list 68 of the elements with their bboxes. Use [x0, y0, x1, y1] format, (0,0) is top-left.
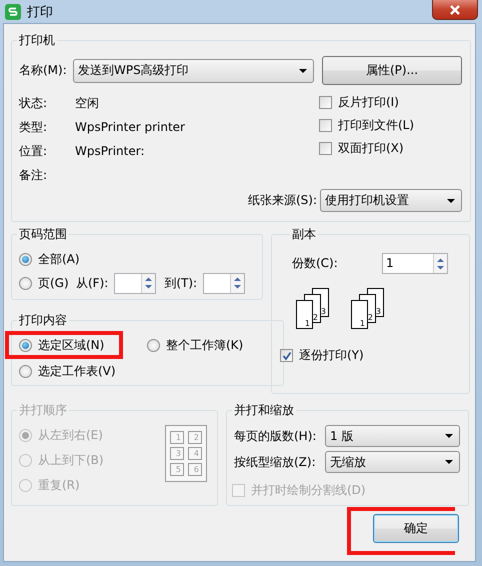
- field-label: 到(T):: [164, 274, 198, 292]
- page-to-spinbox[interactable]: [203, 272, 246, 294]
- group-title: 打印机: [18, 32, 56, 49]
- radio-label: 选定区域(N): [38, 336, 104, 354]
- radio-label: 全部(A): [38, 250, 80, 268]
- radio-button[interactable]: [19, 338, 32, 352]
- checkbox[interactable]: [319, 96, 332, 109]
- group-title: 并打顺序: [18, 402, 68, 419]
- info-label: 类型:: [19, 118, 48, 136]
- close-icon: [449, 4, 461, 14]
- radio-button[interactable]: [19, 364, 32, 378]
- grid-cell: 4: [188, 447, 202, 460]
- properties-button[interactable]: 属性(P)...: [322, 56, 462, 85]
- checkbox-label: 逐份打印(Y): [299, 347, 364, 364]
- caret-icon: [445, 434, 453, 438]
- radio-button[interactable]: [19, 252, 32, 266]
- field-label: 名称(M):: [19, 62, 68, 79]
- close-button[interactable]: [432, 0, 478, 20]
- caret-icon: [447, 198, 455, 202]
- radio-label: 从左到右(E): [38, 427, 103, 444]
- info-label: 备注:: [19, 166, 48, 184]
- printer-dropdown[interactable]: 发送到WPS高级打印: [73, 58, 314, 82]
- grid-cell: 6: [188, 463, 202, 476]
- page-from-spinbox[interactable]: [114, 272, 156, 294]
- checkbox-label: 打印到文件(L): [338, 117, 414, 134]
- app-logo-icon: [5, 4, 21, 20]
- grid-cell: 3: [170, 447, 184, 460]
- field-label: 按纸型缩放(Z):: [234, 454, 316, 470]
- group-title: 并打和缩放: [233, 402, 295, 419]
- caret-icon: [299, 68, 307, 72]
- info-value: WpsPrinter:: [75, 144, 144, 158]
- field-label: 从(F):: [76, 274, 108, 292]
- radio-button[interactable]: [19, 276, 32, 290]
- spin-arrows-icon: [144, 275, 154, 291]
- info-label: 位置:: [19, 142, 48, 160]
- info-label: 状态:: [19, 94, 48, 112]
- window-title: 打印: [27, 4, 53, 20]
- checkbox[interactable]: [280, 349, 293, 362]
- grid-cell: 2: [188, 431, 202, 444]
- copies-spinbox[interactable]: 1: [382, 253, 448, 274]
- field-label: 份数(C):: [292, 255, 338, 272]
- caret-icon: [445, 460, 453, 464]
- field-label: 每页的版数(H):: [234, 428, 316, 444]
- paper-source-dropdown[interactable]: 使用打印机设置: [320, 189, 462, 212]
- radio-button[interactable]: [147, 338, 160, 352]
- radio-label: 整个工作簿(K): [166, 336, 244, 354]
- ok-button[interactable]: 确定: [373, 514, 459, 543]
- dropdown[interactable]: 无缩放: [325, 451, 460, 473]
- checkbox[interactable]: [319, 142, 332, 155]
- checkbox-label: 反片打印(I): [338, 94, 399, 111]
- spin-arrows-icon: [436, 256, 445, 272]
- info-value: WpsPrinter printer: [75, 120, 185, 134]
- field-label: 纸张来源(S):: [248, 192, 317, 209]
- group-title: 打印内容: [18, 312, 68, 329]
- checkbox-label: 并打时绘制分割线(D): [251, 482, 366, 499]
- radio-label: 页(G): [38, 274, 68, 292]
- grid-cell: 5: [170, 463, 184, 476]
- radio-label: 重复(R): [38, 477, 80, 494]
- info-value: 空闲: [75, 94, 99, 112]
- group-title: 页码范围: [18, 226, 68, 243]
- spin-arrows-icon: [233, 275, 242, 291]
- checkbox-label: 双面打印(X): [338, 140, 404, 157]
- grid-cell: 1: [170, 431, 184, 444]
- checkbox[interactable]: [319, 119, 332, 132]
- radio-label: 选定工作表(V): [38, 362, 116, 380]
- group-title: 副本: [291, 226, 317, 243]
- dropdown[interactable]: 1 版: [325, 425, 460, 447]
- radio-label: 从上到下(B): [38, 452, 104, 469]
